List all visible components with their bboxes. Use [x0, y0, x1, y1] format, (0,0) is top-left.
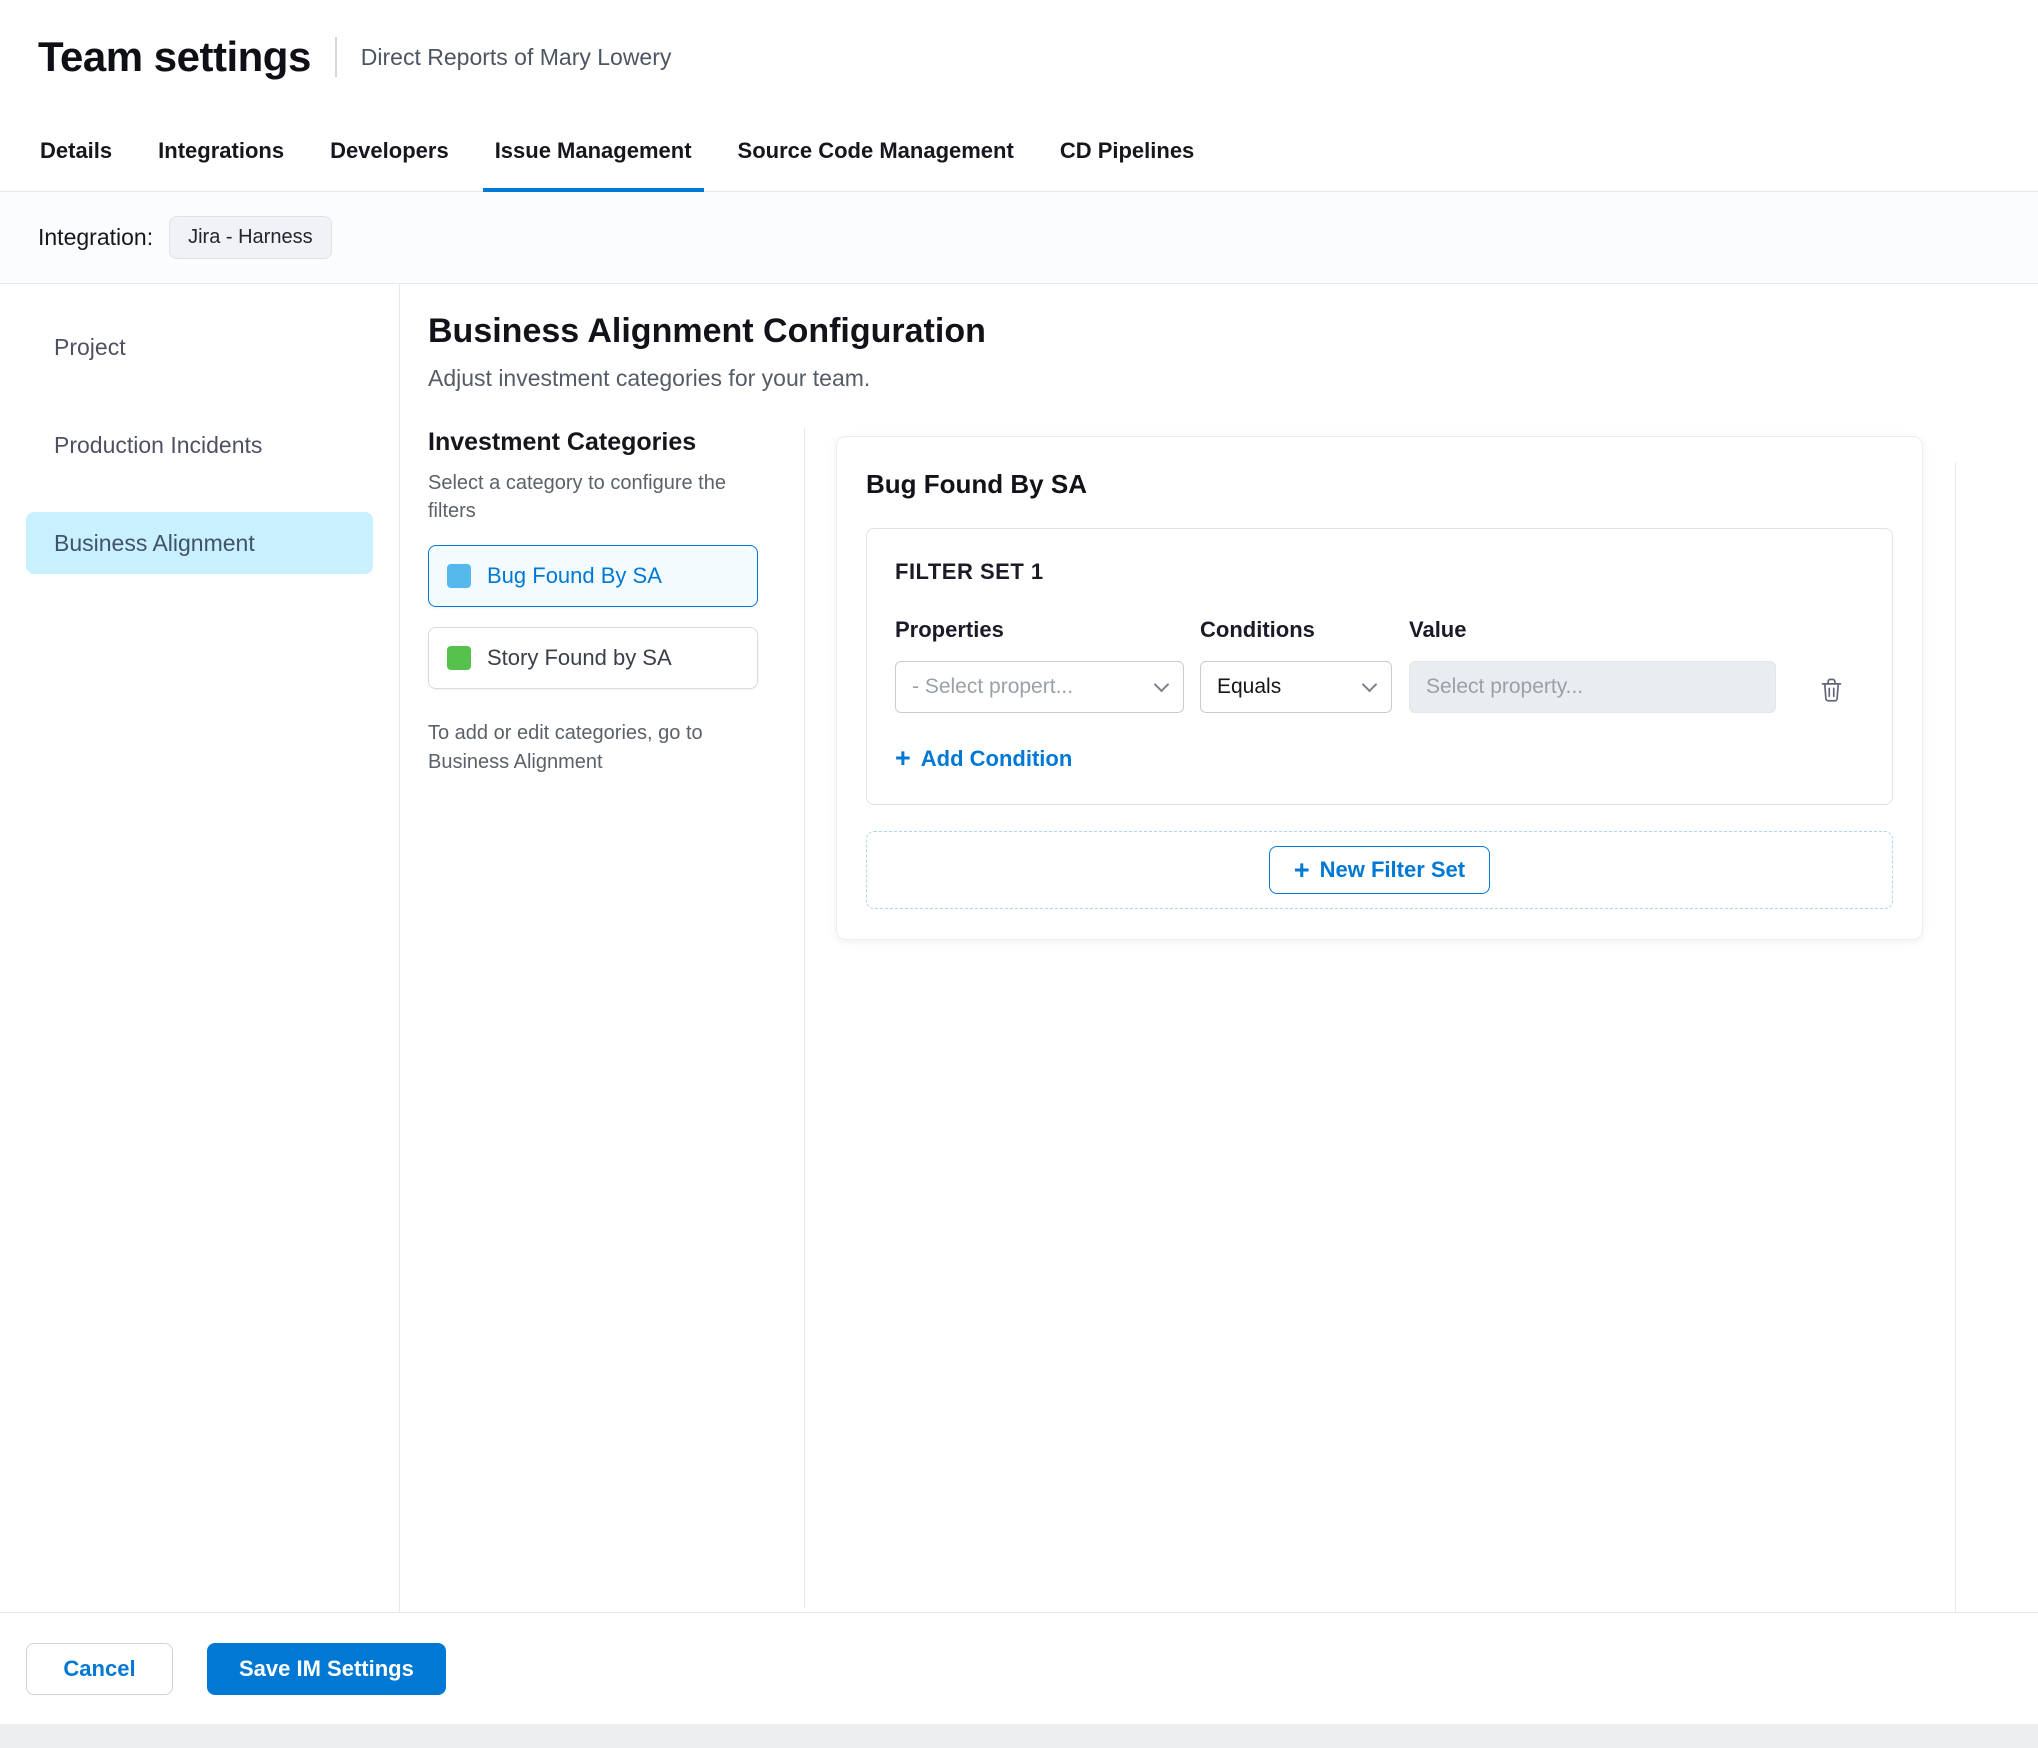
- new-filter-set-button[interactable]: + New Filter Set: [1268, 846, 1491, 894]
- save-im-settings-button[interactable]: Save IM Settings: [207, 1642, 446, 1695]
- topbar: Team settings Direct Reports of Mary Low…: [0, 0, 2038, 114]
- investment-categories-hint: Select a category to configure the filte…: [428, 472, 726, 522]
- filter-condition-row: Properties - Select propert... Condition…: [895, 617, 1864, 715]
- plus-icon: +: [895, 743, 911, 773]
- filter-set-card: FILTER SET 1 Properties - Select propert…: [866, 528, 1893, 805]
- tab-cd-pipelines[interactable]: CD Pipelines: [1048, 114, 1206, 192]
- property-select-placeholder: - Select propert...: [912, 675, 1074, 698]
- property-select[interactable]: - Select propert...: [895, 661, 1184, 713]
- category-bug-found-by-sa[interactable]: Bug Found By SA: [428, 545, 758, 607]
- category-config-card: Bug Found By SA FILTER SET 1 Properties …: [836, 436, 1923, 940]
- category-color-swatch-blue: [447, 564, 471, 588]
- cancel-button[interactable]: Cancel: [26, 1642, 173, 1695]
- category-label: Bug Found By SA: [487, 563, 662, 588]
- category-color-swatch-green: [447, 646, 471, 670]
- category-label: Story Found by SA: [487, 645, 672, 670]
- new-filter-set-dropzone: + New Filter Set: [866, 831, 1893, 909]
- tab-integrations[interactable]: Integrations: [146, 114, 296, 192]
- footer-action-bar: Cancel Save IM Settings: [0, 1612, 2038, 1724]
- tab-details[interactable]: Details: [28, 114, 124, 192]
- new-filter-set-label: New Filter Set: [1319, 857, 1466, 882]
- add-condition-button[interactable]: + Add Condition: [895, 745, 1072, 772]
- investment-categories-title: Investment Categories: [428, 428, 697, 456]
- settings-tab-bar: Details Integrations Developers Issue Ma…: [0, 114, 2038, 192]
- content-area: Project Production Incidents Business Al…: [0, 284, 2038, 1612]
- sidebar-item-project[interactable]: Project: [26, 316, 373, 378]
- config-card-title: Bug Found By SA: [866, 469, 1087, 499]
- sidebar-item-business-alignment[interactable]: Business Alignment: [26, 512, 373, 574]
- filter-panel-column: Bug Found By SA FILTER SET 1 Properties …: [804, 428, 2038, 1608]
- delete-condition-button[interactable]: [1818, 663, 1845, 715]
- category-story-found-by-sa[interactable]: Story Found by SA: [428, 627, 758, 689]
- page-subtitle: Direct Reports of Mary Lowery: [360, 43, 672, 70]
- tab-issue-management[interactable]: Issue Management: [482, 114, 704, 192]
- integration-row: Integration: Jira - Harness: [0, 192, 2038, 284]
- main-panel: Business Alignment Configuration Adjust …: [400, 284, 2038, 1612]
- bottom-strip: [0, 1724, 2038, 1748]
- plus-icon: +: [1293, 854, 1310, 885]
- sidebar-item-production-incidents[interactable]: Production Incidents: [26, 414, 373, 476]
- conditions-field: Conditions Equals: [1200, 617, 1392, 713]
- properties-label: Properties: [895, 617, 1004, 642]
- integration-chip: Jira - Harness: [169, 216, 332, 259]
- configuration-columns: Investment Categories Select a category …: [428, 428, 2038, 1608]
- chevron-down-icon: [1361, 676, 1378, 692]
- integration-label: Integration:: [38, 224, 154, 250]
- right-panel-divider: [1955, 462, 1956, 1612]
- section-subtitle: Adjust investment categories for your te…: [428, 365, 871, 391]
- title-divider: [334, 37, 337, 77]
- value-label: Value: [1409, 617, 1467, 642]
- investment-categories-column: Investment Categories Select a category …: [428, 428, 804, 1608]
- sidebar: Project Production Incidents Business Al…: [0, 284, 400, 1612]
- trash-icon: [1821, 678, 1842, 702]
- condition-select-value: Equals: [1217, 675, 1282, 698]
- chevron-down-icon: [1153, 676, 1170, 692]
- tab-source-code-management[interactable]: Source Code Management: [726, 114, 1026, 192]
- value-input[interactable]: [1409, 661, 1776, 713]
- add-condition-label: Add Condition: [920, 745, 1073, 771]
- conditions-label: Conditions: [1200, 617, 1315, 642]
- team-settings-page: Team settings Direct Reports of Mary Low…: [0, 0, 2038, 1748]
- section-title: Business Alignment Configuration: [428, 312, 986, 350]
- properties-field: Properties - Select propert...: [895, 617, 1184, 713]
- condition-select[interactable]: Equals: [1200, 661, 1392, 713]
- value-field: Value: [1409, 617, 1776, 713]
- page-title: Team settings: [38, 33, 311, 80]
- tab-developers[interactable]: Developers: [318, 114, 461, 192]
- filter-set-title: FILTER SET 1: [895, 559, 1044, 584]
- categories-note: To add or edit categories, go to Busines…: [428, 722, 703, 773]
